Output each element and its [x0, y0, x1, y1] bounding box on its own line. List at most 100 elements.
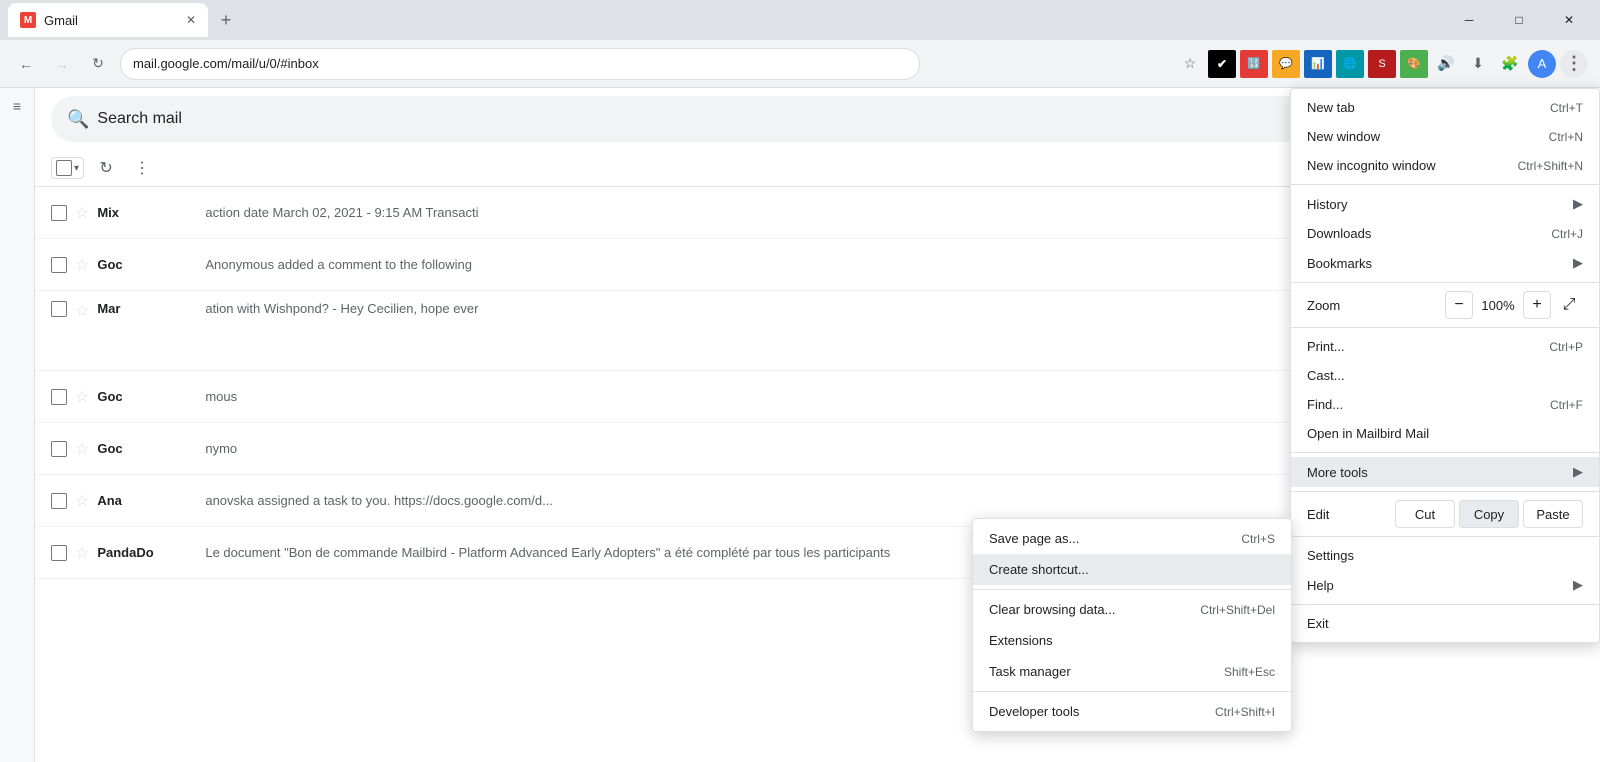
refresh-button[interactable]: ↻	[92, 154, 120, 182]
ext-icon-8[interactable]: 🔊	[1432, 50, 1460, 78]
tab-favicon: M	[20, 12, 36, 28]
select-all-checkbox[interactable]: ▾	[51, 157, 84, 179]
bookmark-icon[interactable]: ☆	[1176, 50, 1204, 78]
menu-separator-4	[1291, 452, 1599, 453]
ext-icon-6[interactable]: S	[1368, 50, 1396, 78]
email-star[interactable]: ☆	[75, 255, 89, 275]
menu-separator-7	[1291, 604, 1599, 605]
email-sender: Mix	[97, 205, 197, 220]
menu-new-window-shortcut: Ctrl+N	[1549, 130, 1583, 144]
submenu-extensions-label: Extensions	[989, 633, 1275, 648]
menu-downloads-label: Downloads	[1307, 226, 1551, 241]
copy-button[interactable]: Copy	[1459, 500, 1519, 528]
menu-print[interactable]: Print... Ctrl+P	[1291, 332, 1599, 361]
submenu-task-manager-shortcut: Shift+Esc	[1224, 665, 1275, 679]
url-bar[interactable]: mail.google.com/mail/u/0/#inbox	[120, 48, 920, 80]
gmail-sidebar: ≡	[0, 88, 35, 762]
menu-find-shortcut: Ctrl+F	[1550, 398, 1583, 412]
minimize-button[interactable]: ─	[1446, 5, 1492, 35]
submenu-save-page[interactable]: Save page as... Ctrl+S	[973, 523, 1291, 554]
zoom-plus-button[interactable]: +	[1523, 291, 1551, 319]
submenu-developer-tools[interactable]: Developer tools Ctrl+Shift+I	[973, 696, 1291, 727]
more-options-button[interactable]: ⋮	[128, 154, 156, 182]
email-checkbox[interactable]	[51, 389, 67, 405]
ext-icon-3[interactable]: 💬	[1272, 50, 1300, 78]
menu-print-shortcut: Ctrl+P	[1549, 340, 1583, 354]
more-tools-submenu[interactable]: Save page as... Ctrl+S Create shortcut..…	[972, 518, 1292, 732]
email-star[interactable]: ☆	[75, 439, 89, 459]
menu-new-tab[interactable]: New tab Ctrl+T	[1291, 93, 1599, 122]
reload-button[interactable]: ↻	[84, 50, 112, 78]
submenu-create-shortcut-label: Create shortcut...	[989, 562, 1275, 577]
email-sender: PandaDo	[97, 545, 197, 560]
menu-settings[interactable]: Settings	[1291, 541, 1599, 570]
zoom-fullscreen-button[interactable]: ⤢	[1555, 291, 1583, 319]
submenu-developer-tools-shortcut: Ctrl+Shift+I	[1215, 705, 1275, 719]
paste-button[interactable]: Paste	[1523, 500, 1583, 528]
menu-incognito-shortcut: Ctrl+Shift+N	[1518, 159, 1583, 173]
menu-history[interactable]: History ▶	[1291, 189, 1599, 219]
submenu-save-page-shortcut: Ctrl+S	[1241, 532, 1275, 546]
submenu-clear-browsing[interactable]: Clear browsing data... Ctrl+Shift+Del	[973, 594, 1291, 625]
email-checkbox[interactable]	[51, 545, 67, 561]
ext-icon-9[interactable]: ⬇	[1464, 50, 1492, 78]
submenu-task-manager[interactable]: Task manager Shift+Esc	[973, 656, 1291, 687]
new-tab-button[interactable]: +	[212, 6, 240, 34]
menu-help[interactable]: Help ▶	[1291, 570, 1599, 600]
ext-icon-7[interactable]: 🎨	[1400, 50, 1428, 78]
menu-separator-2	[1291, 282, 1599, 283]
chrome-menu[interactable]: New tab Ctrl+T New window Ctrl+N New inc…	[1290, 88, 1600, 643]
menu-more-tools[interactable]: More tools ▶	[1291, 457, 1599, 487]
email-star[interactable]: ☆	[75, 301, 89, 321]
submenu-extensions[interactable]: Extensions	[973, 625, 1291, 656]
profile-avatar[interactable]: A	[1528, 50, 1556, 78]
back-button[interactable]: ←	[12, 50, 40, 78]
menu-open-mailbird[interactable]: Open in Mailbird Mail	[1291, 419, 1599, 448]
ext-icon-2[interactable]: 🔢	[1240, 50, 1268, 78]
zoom-minus-button[interactable]: −	[1445, 291, 1473, 319]
menu-new-window[interactable]: New window Ctrl+N	[1291, 122, 1599, 151]
menu-history-arrow: ▶	[1573, 196, 1583, 212]
email-checkbox[interactable]	[51, 441, 67, 457]
zoom-value: 100%	[1473, 298, 1523, 313]
submenu-clear-browsing-label: Clear browsing data...	[989, 602, 1200, 617]
chrome-menu-button[interactable]: ⋮	[1560, 50, 1588, 78]
email-sender: Goc	[97, 441, 197, 456]
cut-button[interactable]: Cut	[1395, 500, 1455, 528]
submenu-create-shortcut[interactable]: Create shortcut...	[973, 554, 1291, 585]
tab-close-icon[interactable]: ✕	[186, 13, 196, 27]
maximize-button[interactable]: □	[1496, 5, 1542, 35]
email-checkbox[interactable]	[51, 205, 67, 221]
menu-bookmarks[interactable]: Bookmarks ▶	[1291, 248, 1599, 278]
checkbox-all[interactable]	[56, 160, 72, 176]
menu-settings-label: Settings	[1307, 548, 1583, 563]
menu-new-tab-label: New tab	[1307, 100, 1550, 115]
forward-button[interactable]: →	[48, 50, 76, 78]
ext-icon-4[interactable]: 📊	[1304, 50, 1332, 78]
email-star[interactable]: ☆	[75, 203, 89, 223]
titlebar: M Gmail ✕ + ─ □ ✕	[0, 0, 1600, 40]
browser-tab[interactable]: M Gmail ✕	[8, 3, 208, 37]
menu-find[interactable]: Find... Ctrl+F	[1291, 390, 1599, 419]
email-checkbox[interactable]	[51, 257, 67, 273]
submenu-save-page-label: Save page as...	[989, 531, 1241, 546]
email-star[interactable]: ☆	[75, 491, 89, 511]
menu-open-mailbird-label: Open in Mailbird Mail	[1307, 426, 1583, 441]
ext-todo-icon[interactable]: ✔	[1208, 50, 1236, 78]
email-checkbox[interactable]	[51, 493, 67, 509]
email-sender: Goc	[97, 257, 197, 272]
menu-incognito[interactable]: New incognito window Ctrl+Shift+N	[1291, 151, 1599, 180]
email-star[interactable]: ☆	[75, 387, 89, 407]
menu-exit[interactable]: Exit	[1291, 609, 1599, 638]
menu-edit-row: Edit Cut Copy Paste	[1291, 496, 1599, 532]
menu-help-arrow: ▶	[1573, 577, 1583, 593]
menu-downloads[interactable]: Downloads Ctrl+J	[1291, 219, 1599, 248]
sidebar-icon[interactable]: ≡	[7, 96, 27, 116]
close-button[interactable]: ✕	[1546, 5, 1592, 35]
menu-separator-6	[1291, 536, 1599, 537]
ext-icon-5[interactable]: 🌐	[1336, 50, 1364, 78]
email-star[interactable]: ☆	[75, 543, 89, 563]
extensions-icon[interactable]: 🧩	[1496, 50, 1524, 78]
menu-cast[interactable]: Cast...	[1291, 361, 1599, 390]
email-checkbox[interactable]	[51, 301, 67, 317]
